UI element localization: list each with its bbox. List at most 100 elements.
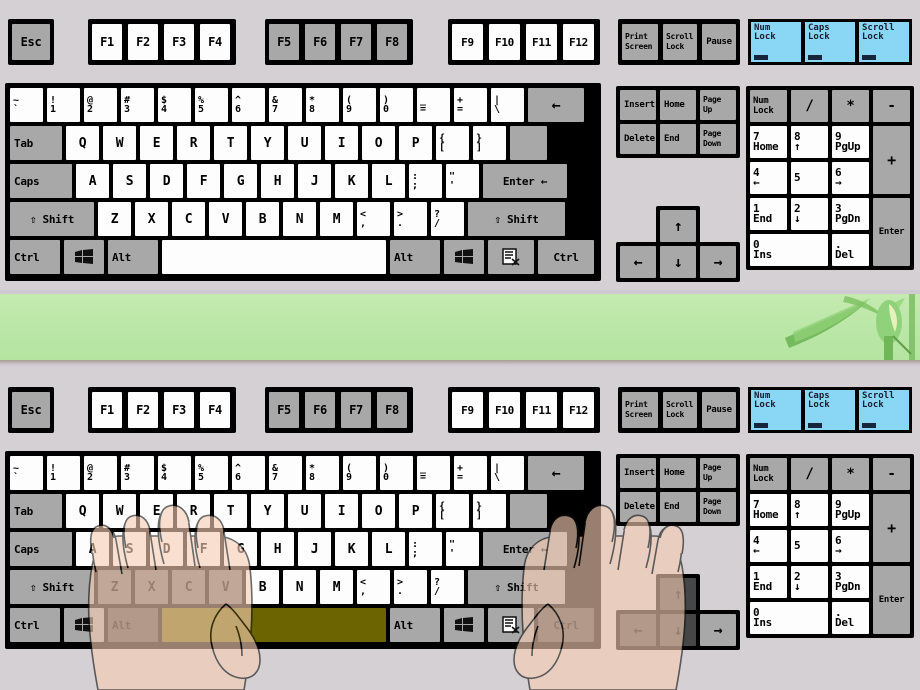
key-numpad-3[interactable]: 3 PgDn: [830, 564, 871, 600]
key-tab[interactable]: Tab: [8, 124, 64, 162]
key-shift-left[interactable]: ⇧ Shift: [8, 568, 96, 606]
key-space[interactable]: [160, 606, 388, 644]
key-page-down[interactable]: Page Down: [698, 490, 738, 524]
key-numpad-0[interactable]: 0 Ins: [748, 600, 830, 636]
key-numpad-minus[interactable]: -: [871, 456, 912, 492]
key-numpad-decimal[interactable]: . Del: [830, 232, 871, 268]
key-x[interactable]: X: [133, 200, 170, 238]
key-f2[interactable]: F2: [126, 390, 160, 430]
key-numpad-6[interactable]: 6 →: [830, 528, 871, 564]
key-numpad-multiply[interactable]: *: [830, 456, 871, 492]
key-backslash-filler[interactable]: [508, 492, 549, 530]
key-bracket-right[interactable]: }]: [471, 492, 508, 530]
key-o[interactable]: O: [360, 492, 397, 530]
key-arrow-left[interactable]: ←: [618, 244, 658, 280]
key-i[interactable]: I: [323, 124, 360, 162]
key-shift-right[interactable]: ⇧ Shift: [466, 200, 567, 238]
key-r[interactable]: R: [175, 124, 212, 162]
key-p[interactable]: P: [397, 492, 434, 530]
key-num-9[interactable]: (9: [341, 454, 378, 492]
key-bracket-right[interactable]: }]: [471, 124, 508, 162]
key-bracket-left[interactable]: {[: [434, 492, 471, 530]
key-num-8[interactable]: * 8: [304, 454, 341, 492]
key-alt-left[interactable]: Alt: [106, 238, 160, 276]
key-insert[interactable]: Insert: [618, 456, 658, 490]
key-q[interactable]: Q: [64, 124, 101, 162]
key-r[interactable]: R: [175, 492, 212, 530]
key-num-0[interactable]: ~ `: [8, 86, 45, 124]
key-num-7[interactable]: & 7: [267, 454, 304, 492]
key-pause[interactable]: Pause: [700, 22, 738, 62]
key-ctrl-left[interactable]: Ctrl: [8, 606, 62, 644]
key-numpad-8[interactable]: 8 ↑: [789, 492, 830, 528]
key-f6[interactable]: F6: [303, 390, 337, 430]
key-a[interactable]: A: [74, 162, 111, 200]
key-num-13[interactable]: | \: [489, 454, 526, 492]
key-insert[interactable]: Insert: [618, 88, 658, 122]
key-c[interactable]: C: [170, 568, 207, 606]
key-page-down[interactable]: Page Down: [698, 122, 738, 156]
key-semicolon[interactable]: :;: [407, 162, 444, 200]
key-f8[interactable]: F8: [375, 390, 409, 430]
key-arrow-right[interactable]: →: [698, 244, 738, 280]
key-arrow-up[interactable]: ↑: [658, 208, 698, 244]
key-space[interactable]: [160, 238, 388, 276]
key-w[interactable]: W: [101, 124, 138, 162]
key-print-screen[interactable]: Print Screen: [620, 390, 660, 430]
key-numpad-7[interactable]: 7 Home: [748, 124, 789, 160]
key-arrow-up[interactable]: ↑: [658, 576, 698, 612]
key-numpad-enter[interactable]: Enter: [871, 196, 912, 268]
key-num-3[interactable]: #3: [119, 454, 156, 492]
key-m[interactable]: M: [318, 200, 355, 238]
key-f4[interactable]: F4: [198, 22, 232, 62]
key-numpad-divide[interactable]: /: [789, 88, 830, 124]
key-end[interactable]: End: [658, 490, 698, 524]
key-t[interactable]: T: [212, 124, 249, 162]
key-alt-left[interactable]: Alt: [106, 606, 160, 644]
key-f2[interactable]: F2: [126, 22, 160, 62]
key-j[interactable]: J: [296, 530, 333, 568]
key-numpad-divide[interactable]: /: [789, 456, 830, 492]
key-numpad-multiply[interactable]: *: [830, 88, 871, 124]
key-num-5[interactable]: % 5: [193, 86, 230, 124]
key-comma[interactable]: <,: [355, 200, 392, 238]
key-numpad-numlock[interactable]: Num Lock: [748, 88, 789, 124]
key-f12[interactable]: F12: [561, 22, 596, 62]
key-pause[interactable]: Pause: [700, 390, 738, 430]
key-f9[interactable]: F9: [450, 390, 485, 430]
key-numpad-9[interactable]: 9 PgUp: [830, 124, 871, 160]
key-f6[interactable]: F6: [303, 22, 337, 62]
key-tab[interactable]: Tab: [8, 492, 64, 530]
key-f3[interactable]: F3: [162, 22, 196, 62]
key-slash[interactable]: ? /: [429, 200, 466, 238]
key-win-right[interactable]: [442, 238, 486, 276]
key-f11[interactable]: F11: [524, 22, 559, 62]
key-enter[interactable]: Enter ←: [481, 530, 569, 568]
key-numpad-2[interactable]: 2 ↓: [789, 196, 830, 232]
key-arrow-right[interactable]: →: [698, 612, 738, 648]
key-f10[interactable]: F10: [487, 22, 522, 62]
key-num-2[interactable]: @2: [82, 454, 119, 492]
key-quote[interactable]: " ': [444, 162, 481, 200]
key-numpad-7[interactable]: 7 Home: [748, 492, 789, 528]
key-numpad-4[interactable]: 4 ←: [748, 160, 789, 196]
key-delete[interactable]: Delete: [618, 122, 658, 156]
key-a[interactable]: A: [74, 530, 111, 568]
key-u[interactable]: U: [286, 124, 323, 162]
key-win-left[interactable]: [62, 606, 106, 644]
key-f7[interactable]: F7: [339, 390, 373, 430]
key-z[interactable]: Z: [96, 200, 133, 238]
key-shift-right[interactable]: ⇧ Shift: [466, 568, 567, 606]
key-num-1[interactable]: ! 1: [45, 86, 82, 124]
key-home[interactable]: Home: [658, 88, 698, 122]
key-f5[interactable]: F5: [267, 390, 301, 430]
key-j[interactable]: J: [296, 162, 333, 200]
key-win-right[interactable]: [442, 606, 486, 644]
key-numpad-2[interactable]: 2 ↓: [789, 564, 830, 600]
key-page-up[interactable]: Page Up: [698, 88, 738, 122]
key-k[interactable]: K: [333, 162, 370, 200]
key-menu[interactable]: [486, 238, 536, 276]
key-numpad-9[interactable]: 9 PgUp: [830, 492, 871, 528]
key-f10[interactable]: F10: [487, 390, 522, 430]
key-w[interactable]: W: [101, 492, 138, 530]
